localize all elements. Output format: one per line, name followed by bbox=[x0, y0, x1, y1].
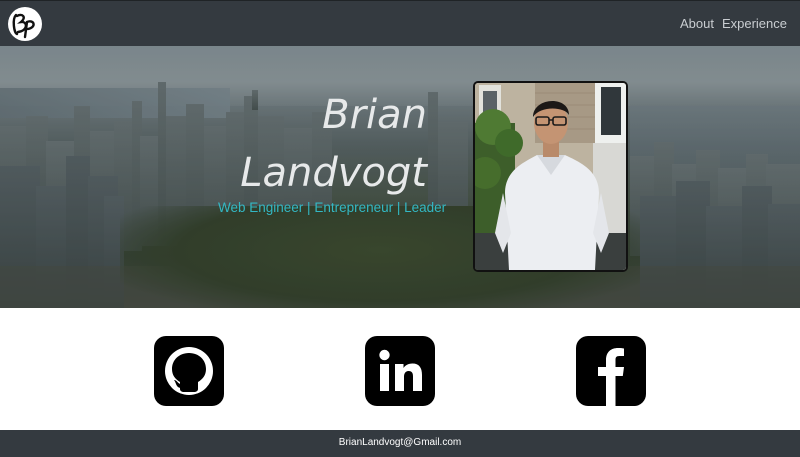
hero-first-name: Brian bbox=[322, 92, 427, 138]
facebook-link[interactable] bbox=[576, 336, 646, 406]
linkedin-icon bbox=[379, 349, 422, 391]
logo-monogram-icon bbox=[12, 13, 35, 39]
facebook-icon bbox=[598, 348, 624, 406]
github-link[interactable] bbox=[154, 336, 224, 406]
nav-link-experience[interactable]: Experience bbox=[722, 16, 787, 32]
github-icon bbox=[165, 347, 213, 395]
nav-link-about[interactable]: About bbox=[680, 16, 714, 32]
footer-email-link[interactable]: BrianLandvogt@Gmail.com bbox=[0, 430, 800, 456]
hero-name: Brian Landvogt bbox=[127, 86, 427, 202]
linkedin-link[interactable] bbox=[365, 336, 435, 406]
social-links bbox=[0, 308, 800, 430]
profile-photo bbox=[473, 81, 628, 272]
navbar: About Experience bbox=[0, 0, 800, 46]
footer: BrianLandvogt@Gmail.com bbox=[0, 430, 800, 457]
nav-links: About Experience bbox=[680, 16, 787, 32]
hero-last-name: Landvogt bbox=[240, 150, 427, 196]
profile-photo-image bbox=[475, 83, 626, 270]
hero-tagline: Web Engineer | Entrepreneur | Leader bbox=[218, 200, 447, 215]
hero-section: Brian Landvogt Web Engineer | Entreprene… bbox=[0, 46, 800, 308]
brand-logo[interactable] bbox=[8, 7, 42, 41]
